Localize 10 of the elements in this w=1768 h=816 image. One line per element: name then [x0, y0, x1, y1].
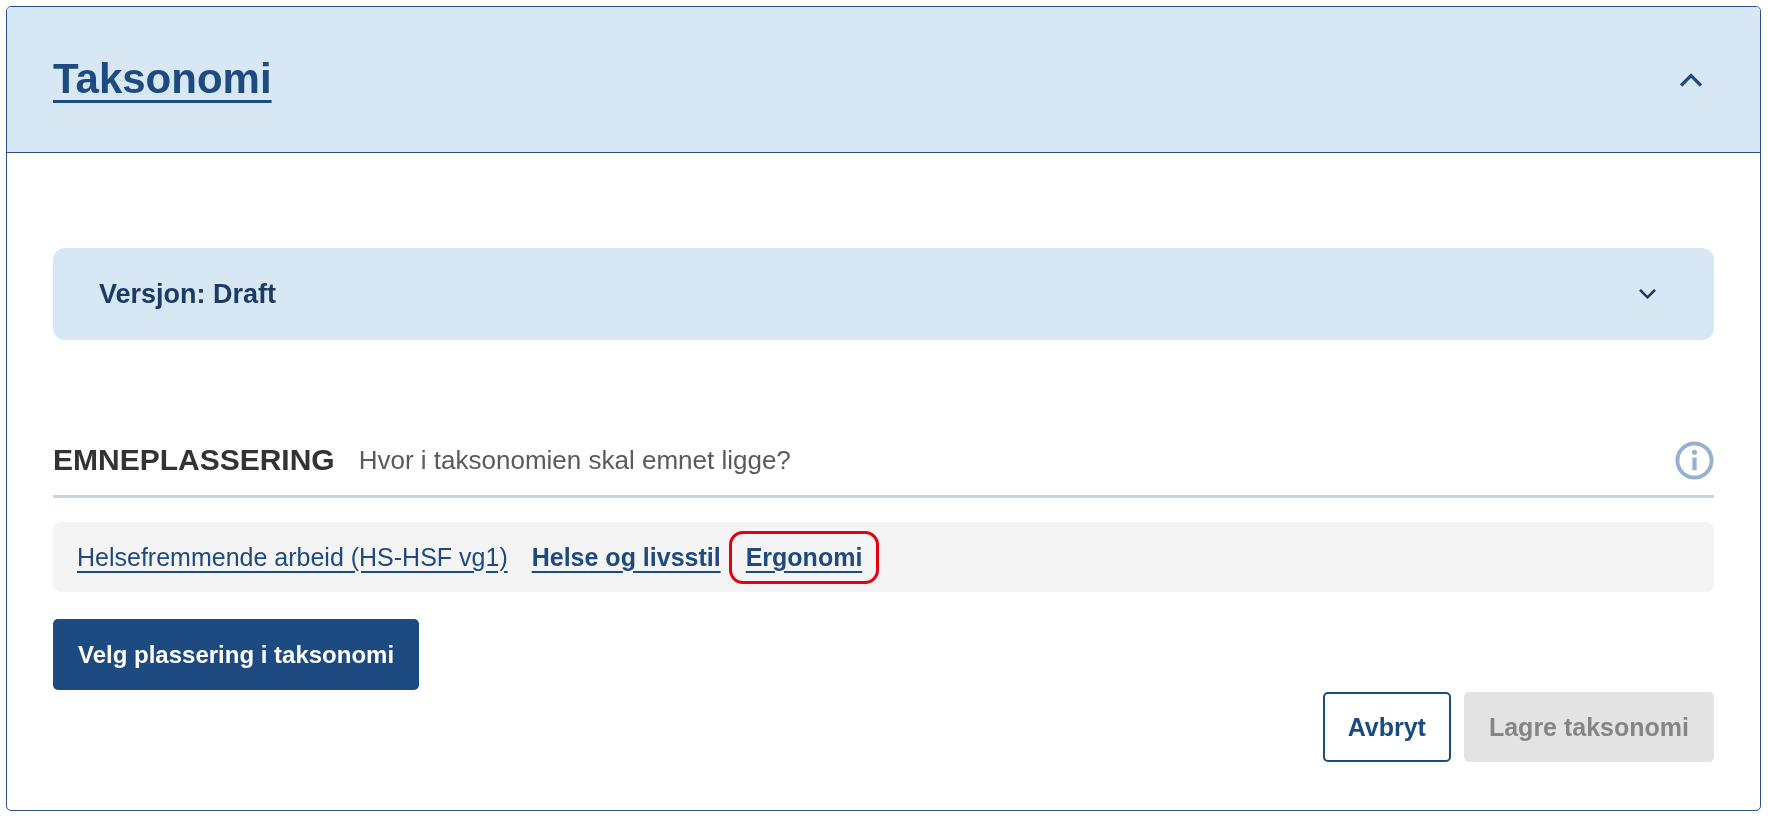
breadcrumb-link[interactable]: Helse og livsstil	[531, 542, 721, 572]
chevron-up-icon[interactable]	[1680, 72, 1702, 87]
choose-placement-button[interactable]: Velg plassering i taksonomi	[53, 619, 420, 690]
breadcrumb-link[interactable]: Helsefremmende arbeid (HS-HSF vg1)	[77, 542, 508, 572]
section-subtitle: Hvor i taksonomien skal emnet ligge?	[358, 444, 792, 476]
cancel-button[interactable]: Avbryt	[1322, 692, 1451, 762]
panel-title[interactable]: Taksonomi	[53, 54, 272, 105]
version-accordion[interactable]: Versjon: Draft	[53, 248, 1714, 340]
breadcrumb-link[interactable]: Ergonomi	[745, 542, 863, 572]
section-heading: EMNEPLASSERING	[53, 443, 335, 477]
